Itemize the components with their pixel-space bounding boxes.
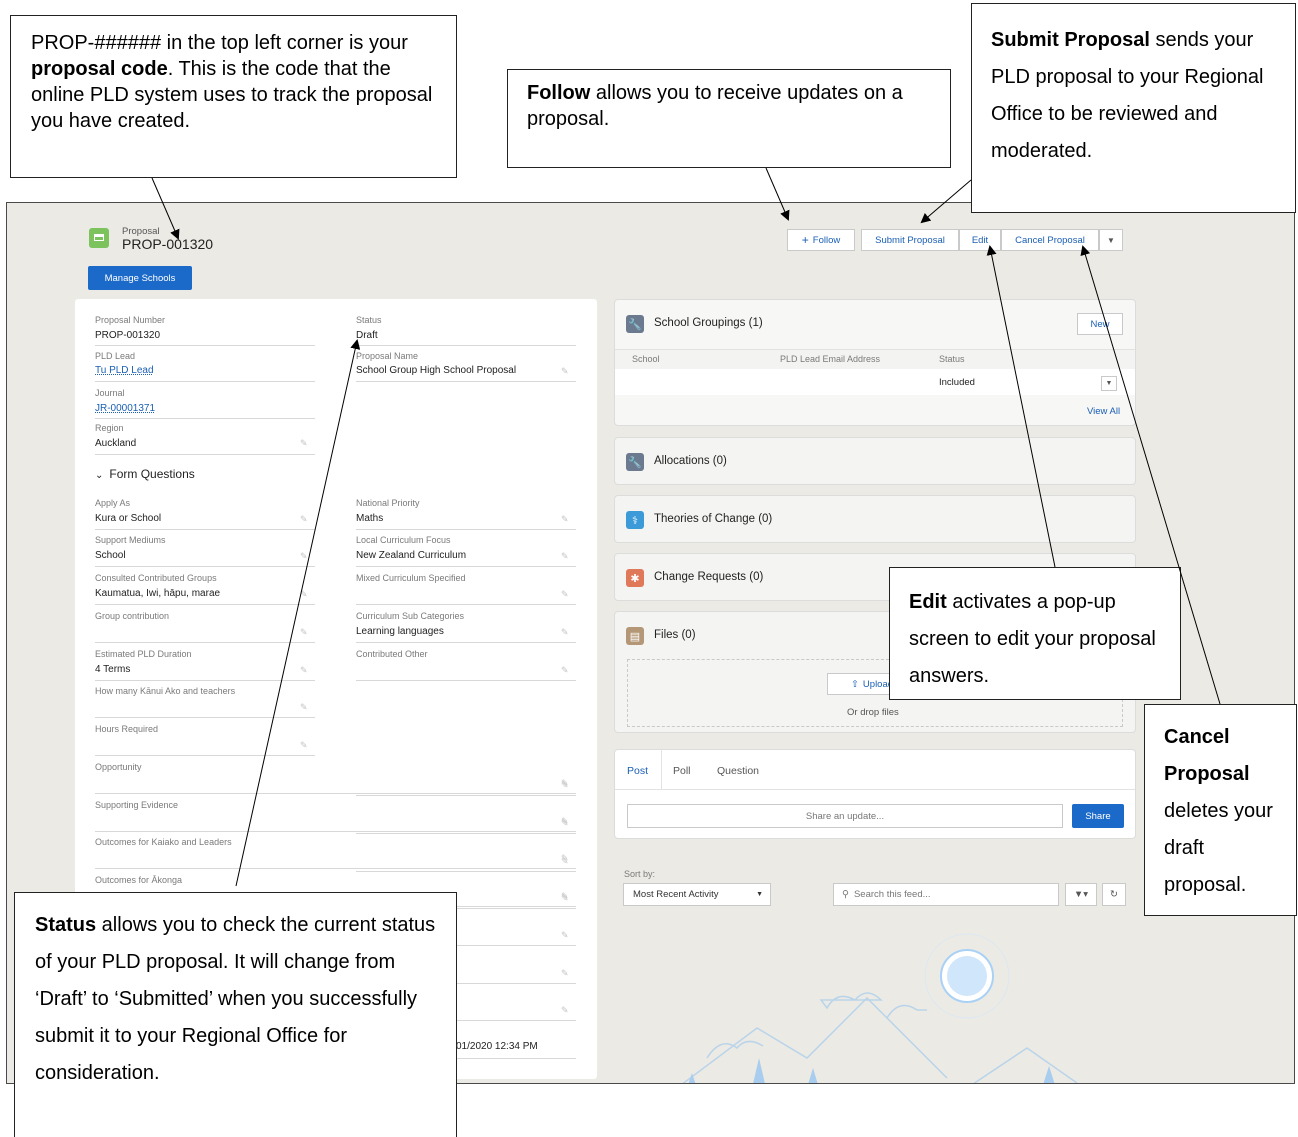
arrow-follow (765, 167, 790, 221)
arrow-submit (920, 179, 972, 224)
arrow-status (235, 339, 361, 887)
arrow-edit (986, 245, 1056, 568)
callout-arrows (151, 167, 1221, 887)
arrow-proposal-code (151, 177, 180, 240)
arrow-cancel (1080, 245, 1221, 705)
